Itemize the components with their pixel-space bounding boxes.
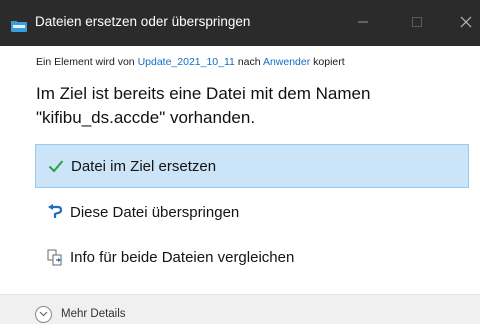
replace-option-label: Datei im Ziel ersetzen (71, 157, 217, 175)
window-title: Dateien ersetzen oder überspringen (35, 14, 251, 29)
conflict-message-line2: "kifibu_ds.accde" vorhanden. (36, 108, 256, 127)
conflict-message-line1: Im Ziel ist bereits eine Datei mit dem N… (36, 84, 371, 103)
copy-info-suffix: kopiert (313, 56, 345, 68)
chevron-down-circle-icon (35, 305, 52, 323)
conflict-message: Im Ziel ist bereits eine Datei mit dem N… (36, 82, 456, 130)
close-button[interactable] (452, 8, 480, 36)
copy-info-middle: nach (237, 56, 261, 68)
copy-info-prefix: Ein Element wird von (36, 56, 135, 68)
maximize-button[interactable] (403, 8, 431, 36)
source-folder-link[interactable]: Update_2021_10_11 (138, 56, 235, 68)
compare-option-label: Info für beide Dateien vergleichen (70, 248, 295, 266)
skip-arrow-icon (45, 202, 65, 222)
more-details-toggle[interactable]: Mehr Details (35, 305, 126, 323)
skip-option-label: Diese Datei überspringen (70, 203, 240, 221)
copy-info-line: Ein Element wird von Update_2021_10_11 n… (36, 56, 345, 68)
skip-option[interactable]: Diese Datei überspringen (35, 190, 469, 234)
destination-folder-link[interactable]: Anwender (263, 56, 310, 68)
more-details-label: Mehr Details (61, 308, 126, 320)
compare-files-icon (45, 247, 65, 267)
folder-transfer-icon (11, 19, 27, 32)
replace-option[interactable]: Datei im Ziel ersetzen (35, 144, 469, 188)
title-bar[interactable]: Dateien ersetzen oder überspringen (0, 0, 480, 46)
minimize-button[interactable] (349, 8, 377, 36)
compare-option[interactable]: Info für beide Dateien vergleichen (35, 235, 469, 279)
checkmark-icon (46, 156, 66, 176)
